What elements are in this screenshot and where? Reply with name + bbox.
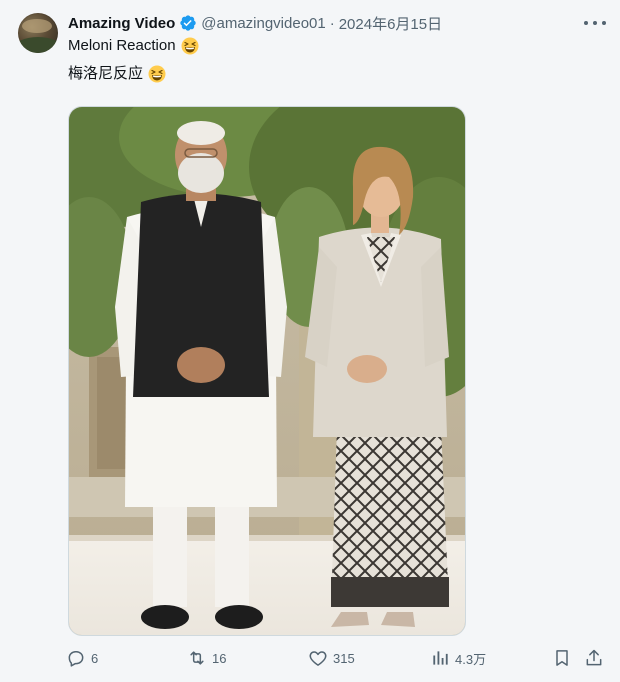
- analytics-icon: [433, 651, 448, 665]
- retweet-count: 16: [212, 650, 227, 666]
- bookmark-icon: [556, 650, 568, 666]
- author-avatar[interactable]: [18, 13, 58, 53]
- grinning-squinting-face-emoji-icon: [181, 37, 199, 55]
- bookmark-button[interactable]: [552, 645, 572, 671]
- tweet-text-line-2: 梅洛尼反应: [68, 64, 166, 84]
- grinning-squinting-face-emoji-icon: [148, 65, 166, 83]
- retweet-button[interactable]: 16: [187, 645, 226, 671]
- verified-badge-icon: [180, 15, 196, 31]
- tweet-date[interactable]: 2024年6月15日: [339, 13, 442, 34]
- author-display-name[interactable]: Amazing Video: [68, 15, 175, 32]
- views-button[interactable]: 4.3万: [430, 645, 486, 671]
- tweet-header: Amazing Video @amazingvideo01 · 2024年6月1…: [68, 13, 442, 33]
- like-button[interactable]: 315: [308, 645, 355, 671]
- tweet-photo[interactable]: [68, 106, 466, 636]
- tweet-actions-bar: 6 16 315 4.3万: [66, 645, 606, 671]
- share-button[interactable]: [584, 645, 604, 671]
- tweet-card: Amazing Video @amazingvideo01 · 2024年6月1…: [0, 0, 620, 682]
- retweet-icon: [190, 651, 204, 665]
- views-count: 4.3万: [455, 651, 487, 667]
- share-icon: [586, 649, 602, 666]
- reply-button[interactable]: 6: [66, 645, 98, 671]
- heart-icon: [309, 651, 327, 666]
- like-count: 315: [333, 650, 355, 666]
- reply-icon: [68, 651, 84, 667]
- tweet-text-line-1: Meloni Reaction: [68, 36, 199, 56]
- author-handle[interactable]: @amazingvideo01: [201, 15, 325, 32]
- tweet-text-english: Meloni Reaction: [68, 37, 176, 54]
- reply-count: 6: [91, 650, 99, 666]
- tweet-text-chinese: 梅洛尼反应: [68, 65, 144, 82]
- more-options-icon[interactable]: [584, 14, 606, 32]
- header-separator: ·: [329, 14, 335, 32]
